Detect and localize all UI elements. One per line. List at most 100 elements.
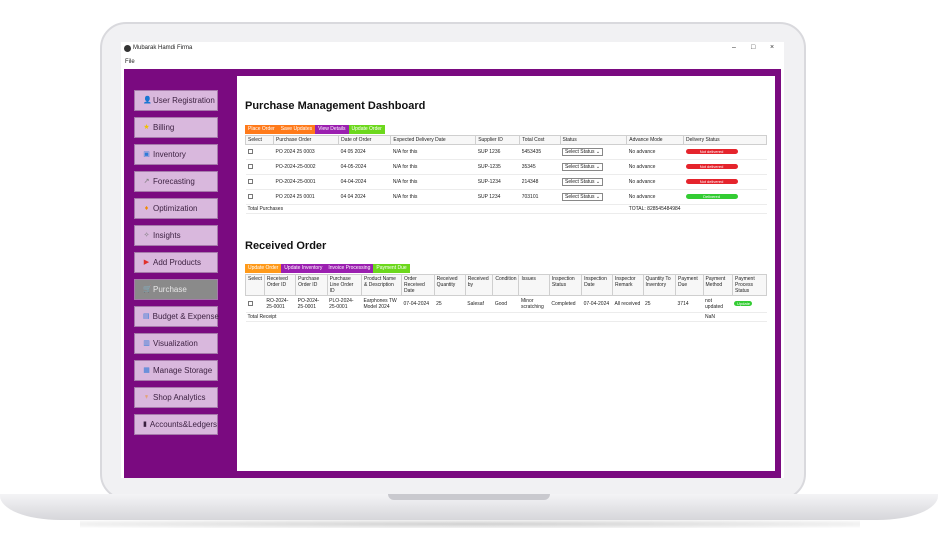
sidebar: 👤 User Registration ★ Billing ▣ Inventory ↗ For…	[124, 69, 229, 478]
cart-icon: 🛒	[143, 286, 152, 293]
table-row: PO 2024 25 0003 04 05 2024 N/A for this SUP…	[245, 144, 767, 160]
column-header: Advance Mode	[626, 135, 685, 145]
column-header: Date of Order	[338, 135, 392, 145]
trend-icon: ↗	[143, 178, 150, 185]
column-header: Status	[559, 135, 628, 145]
column-header: Received Quantity	[433, 274, 466, 296]
chevron-down-icon: ⌄	[594, 179, 601, 185]
column-header: Quantity To Inventory	[642, 274, 677, 296]
chevron-down-icon: ⌄	[594, 194, 601, 200]
minimize-button[interactable]: –	[732, 44, 736, 51]
delivery-status-badge[interactable]: Delivered	[685, 194, 738, 199]
cell-condition: Good	[492, 295, 519, 313]
status-select[interactable]: Select Status ⌄	[562, 178, 604, 186]
view-details-button[interactable]: View Details	[315, 125, 349, 134]
cell-insp-status: Completed	[549, 295, 582, 313]
status-select[interactable]: Select Status ⌄	[562, 163, 604, 171]
sidebar-item-insights[interactable]: ✧ Insights	[134, 225, 218, 246]
column-header: Product Name & Description	[360, 274, 402, 296]
row-checkbox[interactable]	[247, 148, 253, 154]
table-row: PO-2024-25-0001 04-04-2024 N/A for this SUP…	[245, 174, 767, 190]
sidebar-item-accounts-ledgers[interactable]: ▮ Accounts&Ledgers	[134, 414, 218, 435]
total-label: Total Purchases	[245, 204, 627, 214]
column-header: Supplier ID	[475, 135, 521, 145]
menubar: File	[121, 56, 784, 68]
cell-date: 04-05-2024	[338, 159, 391, 175]
sidebar-item-manage-storage[interactable]: ▦ Manage Storage	[134, 360, 218, 381]
cell-pl: PLO-2024-25-0001	[327, 295, 362, 313]
row-checkbox[interactable]	[247, 178, 253, 184]
column-header: Payment Due	[675, 274, 704, 296]
cell-po: PO 2024 25 0001	[273, 189, 339, 205]
sidebar-item-label: Shop Analytics	[153, 393, 206, 402]
invoice-processing-button[interactable]: Invoice Processing	[325, 264, 374, 273]
sidebar-item-forecasting[interactable]: ↗ Forecasting	[134, 171, 218, 192]
payment-due-button[interactable]: Payment Due	[373, 264, 410, 273]
column-header: Inspection Status	[548, 274, 583, 296]
sidebar-item-user-registration[interactable]: 👤 User Registration	[134, 90, 218, 111]
laptop-frame: Mubarak Hamdi Firma – □ × File 👤 User Reg…	[0, 0, 938, 535]
chevron-down-icon: ⌄	[594, 149, 601, 155]
cell-expected: N/A for this	[390, 174, 476, 190]
cell-advance: No advance	[626, 144, 684, 160]
column-header: Condition	[492, 274, 520, 296]
save-updates-button[interactable]: Save Updates	[277, 125, 316, 134]
row-checkbox[interactable]	[247, 300, 253, 306]
place-order-button[interactable]: Place Order	[245, 125, 278, 134]
maximize-button[interactable]: □	[751, 44, 755, 51]
select-cell	[245, 159, 274, 175]
tree-icon: ♆	[143, 394, 150, 401]
close-button[interactable]: ×	[770, 44, 774, 51]
column-header: Purchase Order ID	[295, 274, 328, 296]
table-row: PO-2024-25-0002 04-05-2024 N/A for this SUP…	[245, 159, 767, 175]
sidebar-item-label: Insights	[153, 231, 181, 240]
user-icon: 👤	[143, 97, 152, 104]
sidebar-item-visualization[interactable]: ▥ Visualization	[134, 333, 218, 354]
column-header: Payment Method	[702, 274, 733, 296]
sidebar-item-inventory[interactable]: ▣ Inventory	[134, 144, 218, 165]
delivery-status-badge[interactable]: Not delivered	[685, 149, 738, 154]
received-button-row: Update Order Update Inventory Invoice Proc…	[245, 264, 410, 273]
cell-ro: RO-2024-25-0001	[264, 295, 296, 313]
screen: Mubarak Hamdi Firma – □ × File 👤 User Reg…	[121, 42, 784, 478]
update-process-button[interactable]: Update	[734, 301, 753, 306]
cell-cost: 214348	[519, 174, 561, 190]
flame-icon: ♦	[144, 205, 149, 212]
sidebar-item-budget-expense[interactable]: ▤ Budget & Expense	[134, 306, 219, 327]
sidebar-item-add-products[interactable]: ▶ Add Products	[134, 252, 218, 273]
row-checkbox[interactable]	[247, 163, 253, 169]
column-header: Received Order ID	[263, 274, 297, 296]
received-title: Received Order	[245, 240, 327, 252]
update-inventory-button[interactable]: Update Inventory	[281, 264, 326, 273]
update-order-button[interactable]: Update Order	[245, 264, 282, 273]
cell-supplier: SUP 1234	[475, 189, 520, 205]
table-row: RO-2024-25-0001 PO-2024-25-0001 PLO-2024-2…	[245, 295, 767, 313]
cell-supplier: SUP 1236	[475, 144, 520, 160]
cell-to-inv: 25	[643, 295, 676, 313]
sidebar-item-shop-analytics[interactable]: ♆ Shop Analytics	[134, 387, 218, 408]
sidebar-item-purchase[interactable]: 🛒 Purchase	[134, 279, 218, 300]
column-header: Issues	[518, 274, 550, 296]
column-header: Select	[245, 135, 274, 145]
cell-cost: 703101	[519, 189, 561, 205]
delivery-cell: Not delivered	[683, 159, 767, 175]
delivery-status-badge[interactable]: Not delivered	[685, 164, 738, 169]
status-select[interactable]: Select Status ⌄	[562, 148, 604, 156]
cell-issues: Minor scratching	[518, 295, 550, 313]
menu-file[interactable]: File	[125, 59, 135, 65]
delivery-status-badge[interactable]: Not delivered	[685, 179, 738, 184]
status-select[interactable]: Select Status ⌄	[562, 193, 604, 201]
row-checkbox[interactable]	[247, 193, 253, 199]
cell-expected: N/A for this	[390, 189, 476, 205]
update-order-button[interactable]: Update Order	[348, 125, 385, 134]
column-header: Total Cost	[519, 135, 561, 145]
cell-supplier: SUP-1234	[475, 174, 520, 190]
sidebar-item-billing[interactable]: ★ Billing	[134, 117, 218, 138]
play-icon: ▶	[143, 259, 150, 266]
delivery-cell: Not delivered	[683, 144, 767, 160]
column-header: Purchase Line Order ID	[326, 274, 362, 296]
table-row: PO 2024 25 0001 04 04 2024 N/A for this SUP…	[245, 189, 767, 205]
column-header: Purchase Order	[272, 135, 340, 145]
cell-advance: No advance	[626, 159, 684, 175]
sidebar-item-optimization[interactable]: ♦ Optimization	[134, 198, 218, 219]
